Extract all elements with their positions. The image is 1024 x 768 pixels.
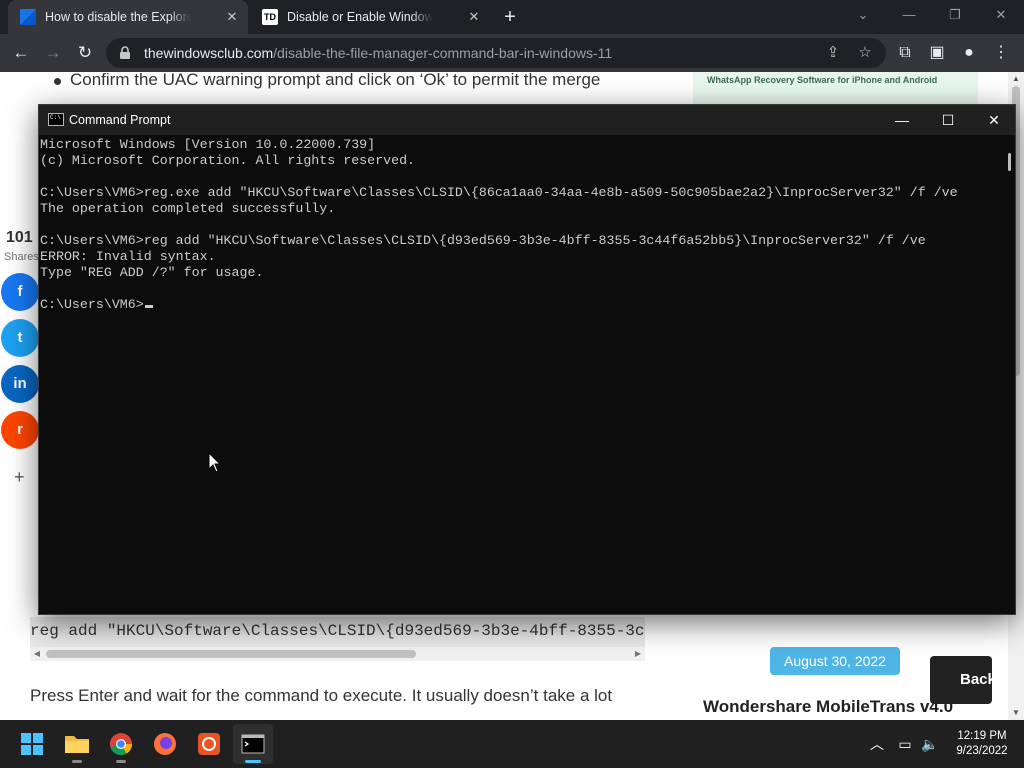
cmd-close-icon[interactable]: ✕ [971,105,1017,135]
td-favicon-icon: TD [262,9,278,25]
ubuntu-icon [198,733,220,755]
more-share-plus-icon[interactable]: + [14,467,25,488]
twitter-icon: t [17,329,23,346]
console-line: (c) Microsoft Corporation. All rights re… [40,153,416,168]
command-prompt-window[interactable]: Command Prompt — ☐ ✕ Microsoft Windows [… [38,104,1016,615]
linkedin-icon: in [13,375,27,392]
profile-avatar-icon[interactable]: ● [956,40,982,66]
windows-logo-icon [21,733,43,755]
bullet-dot [54,78,61,85]
mouse-pointer-icon [208,452,222,473]
cmd-app-icon [48,113,64,126]
browser-tab-strip: How to disable the Explorer Command Bar … [0,0,1024,34]
start-button[interactable] [12,724,52,764]
browser-menu-kebab-icon[interactable]: ⋮ [988,40,1014,66]
reload-icon[interactable]: ↻ [72,40,98,66]
taskbar-command-prompt[interactable] [233,724,273,764]
code-horizontal-scrollbar[interactable]: ◀ ▶ [30,647,645,661]
scrollbar-thumb[interactable] [1008,153,1011,171]
reddit-share-button[interactable]: r [1,411,39,449]
tab-close-icon[interactable]: ✕ [224,9,240,25]
extensions-puzzle-icon[interactable]: ⧉ [892,40,918,66]
article-paragraph: Press Enter and wait for the command to … [30,686,613,705]
scroll-up-arrow-icon[interactable]: ▲ [1008,72,1024,86]
ad-caption: WhatsApp Recovery Software for iPhone an… [707,75,938,85]
reddit-icon: r [17,421,23,438]
tab-close-icon[interactable]: ✕ [466,9,482,25]
firefox-icon [154,733,176,755]
code-command-text: reg add "HKCU\Software\Classes\CLSID\{d9… [30,622,645,640]
side-panel-icon[interactable]: ▣ [924,40,950,66]
cmd-minimize-icon[interactable]: — [879,105,925,135]
taskbar-chrome[interactable] [101,724,141,764]
tab-disable-enable-file-explorer[interactable]: TD Disable or Enable Windows 11 new File… [250,0,490,34]
clock-date: 9/23/2022 [956,745,1008,757]
linkedin-share-button[interactable]: in [1,365,39,403]
sidebar-post-title[interactable]: Wondershare MobileTrans v4.0 [703,697,953,717]
console-prompt-line[interactable]: C:\Users\VM6> [40,297,1005,313]
taskbar-ubuntu[interactable] [189,724,229,764]
share-icon[interactable]: ⇪ [822,42,844,64]
bookmark-star-icon[interactable]: ☆ [854,42,876,64]
url-path: /disable-the-file-manager-command-bar-in… [273,45,613,61]
console-line: C:\Users\VM6>reg.exe add "HKCU\Software\… [40,185,958,200]
taskbar-firefox[interactable] [145,724,185,764]
console-line: Microsoft Windows [Version 10.0.22000.73… [40,137,376,152]
browser-close-icon[interactable]: ✕ [978,0,1024,30]
thewindowsclub-favicon-icon [20,9,36,25]
windows-taskbar: ︿ ▭ 🔈 12:19 PM 9/23/2022 [0,720,1024,768]
facebook-share-button[interactable]: f [1,273,39,311]
taskbar-clock[interactable]: 12:19 PM 9/23/2022 [948,729,1016,759]
folder-icon [65,736,89,753]
article-bullet-text: Confirm the UAC warning prompt and click… [70,72,601,89]
share-label: Shares [4,251,39,263]
address-bar[interactable]: thewindowsclub.com/disable-the-file-mana… [106,38,886,68]
scroll-left-arrow-icon[interactable]: ◀ [30,647,44,661]
back-arrow-icon[interactable]: ← [8,40,34,66]
forward-arrow-icon[interactable]: → [40,40,66,66]
volume-speaker-icon[interactable]: 🔈 [919,733,941,755]
console-line: C:\Users\VM6>reg add "HKCU\Software\Clas… [40,233,926,248]
terminal-icon [241,734,265,754]
lock-icon [120,46,130,59]
chrome-icon [110,733,132,756]
text-caret [144,305,153,308]
tab-title: How to disable the Explorer Command Bar … [45,10,191,24]
cmd-title-bar[interactable]: Command Prompt — ☐ ✕ [39,105,1015,135]
tab-how-to-disable-explorer[interactable]: How to disable the Explorer Command Bar … [8,0,248,34]
console-prompt: C:\Users\VM6> [40,297,144,312]
facebook-icon: f [17,283,23,300]
active-indicator [245,760,261,763]
taskbar-file-explorer[interactable] [57,724,97,764]
console-line: The operation completed successfully. [40,201,336,216]
new-tab-plus-icon[interactable]: + [498,5,522,29]
post-date-badge: August 30, 2022 [770,647,900,675]
tab-search-chevron-icon[interactable]: ⌄ [840,0,886,30]
running-indicator [116,760,126,763]
running-indicator [72,760,82,763]
url-host: thewindowsclub.com [144,45,274,61]
cmd-maximize-icon[interactable]: ☐ [925,105,971,135]
browser-restore-icon[interactable]: ❐ [932,0,978,30]
clock-time: 12:19 PM [957,730,1007,742]
twitter-share-button[interactable]: t [1,319,39,357]
console-line: Type "REG ADD /?" for usage. [40,265,264,280]
show-hidden-icons-chevron-icon[interactable]: ︿ [866,733,888,755]
share-count: 101 [6,229,33,246]
scroll-down-arrow-icon[interactable]: ▼ [1008,706,1024,720]
browser-minimize-icon[interactable]: — [886,0,932,30]
cmd-console-output[interactable]: Microsoft Windows [Version 10.0.22000.73… [39,135,1005,614]
scrollbar-thumb[interactable] [46,650,416,658]
console-line: ERROR: Invalid syntax. [40,249,216,264]
network-monitor-icon[interactable]: ▭ [894,733,916,755]
browser-toolbar: ← → ↻ thewindowsclub.com/disable-the-fil… [0,34,1024,72]
tab-title: Disable or Enable Windows 11 new File Ex… [287,10,433,24]
cmd-vertical-scrollbar[interactable] [1005,135,1015,614]
scroll-right-arrow-icon[interactable]: ▶ [631,647,645,661]
back-to-top-button[interactable]: Back [930,656,992,704]
cmd-window-title: Command Prompt [69,113,171,127]
